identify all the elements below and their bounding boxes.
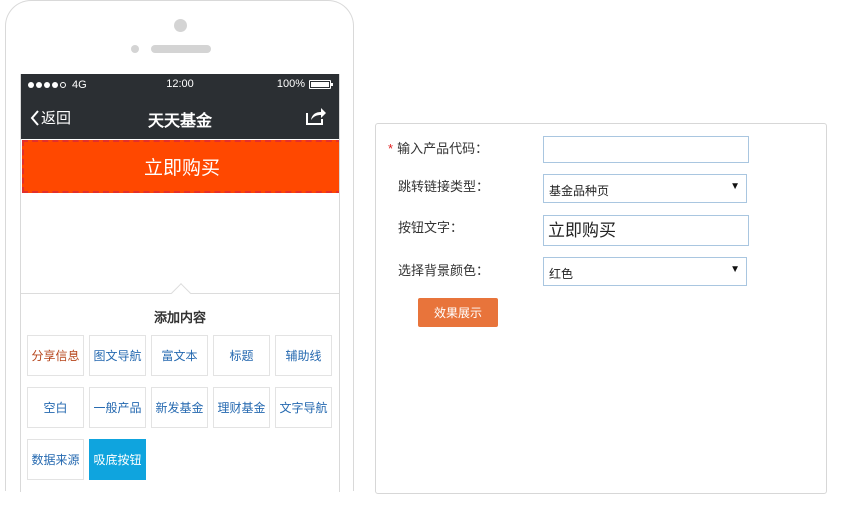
add-item-bottom-button[interactable]: 吸底按钮 [89,439,146,480]
add-item-share-info[interactable]: 分享信息 [27,335,84,376]
link-type-value: 基金品种页 [549,184,610,198]
add-item-title[interactable]: 标题 [213,335,270,376]
buy-button-container: 立即购买 [22,140,339,193]
dropdown-arrow-icon: ▼ [730,264,740,275]
add-item-image-nav[interactable]: 图文导航 [89,335,146,376]
status-bar: 4G 12:00 100% [21,74,339,96]
link-type-select[interactable]: 基金品种页 ▼ [543,174,747,203]
product-code-input[interactable] [543,136,749,163]
add-item-blank[interactable]: 空白 [27,387,84,428]
add-item-new-fund[interactable]: 新发基金 [151,387,208,428]
speaker-icon [151,45,211,53]
link-type-label: 跳转链接类型： [398,179,490,194]
add-content-title: 添加内容 [153,310,206,325]
product-code-label: * 输入产品代码： [388,138,488,157]
page-title: 天天基金 [147,113,212,130]
settings-form-panel: * 输入产品代码： 跳转链接类型： 基金品种页 ▼ 按钮文字： 立即购买 选择背景… [375,123,827,494]
phone-screen: 4G 12:00 100% 返回 天天基金 立即购买 添加内容 分享信息 图文导… [20,74,340,492]
phone-frame: 4G 12:00 100% 返回 天天基金 立即购买 添加内容 分享信息 图文导… [5,0,354,492]
add-item-guide-line[interactable]: 辅助线 [275,335,332,376]
add-item-general-product[interactable]: 一般产品 [89,387,146,428]
required-mark: * [388,141,394,156]
button-text-input[interactable]: 立即购买 [543,215,749,246]
bg-color-value: 红色 [549,267,574,281]
share-icon [306,108,326,125]
battery-icon [309,79,333,89]
sensor-icon [131,45,139,53]
share-button[interactable] [305,106,327,130]
product-code-label-text: 输入产品代码： [397,141,489,156]
buy-now-button[interactable]: 立即购买 [24,142,339,191]
bg-color-label: 选择背景颜色： [398,263,490,278]
nav-bar: 返回 天天基金 [21,96,339,139]
camera-icon [174,19,187,32]
bg-color-select[interactable]: 红色 ▼ [543,257,747,286]
battery-indicator: 100% [276,78,333,90]
add-content-panel: 添加内容 分享信息 图文导航 富文本 标题 辅助线 空白 一般产品 新发基金 理… [21,283,339,492]
add-item-wealth-fund[interactable]: 理财基金 [213,387,270,428]
button-text-label: 按钮文字： [398,220,464,235]
dropdown-arrow-icon: ▼ [730,181,740,192]
content-area [21,193,339,293]
add-item-text-nav[interactable]: 文字导航 [275,387,332,428]
battery-percent: 100% [276,78,305,90]
preview-button[interactable]: 效果展示 [418,298,498,327]
add-item-data-source[interactable]: 数据来源 [27,439,84,480]
add-item-rich-text[interactable]: 富文本 [151,335,208,376]
